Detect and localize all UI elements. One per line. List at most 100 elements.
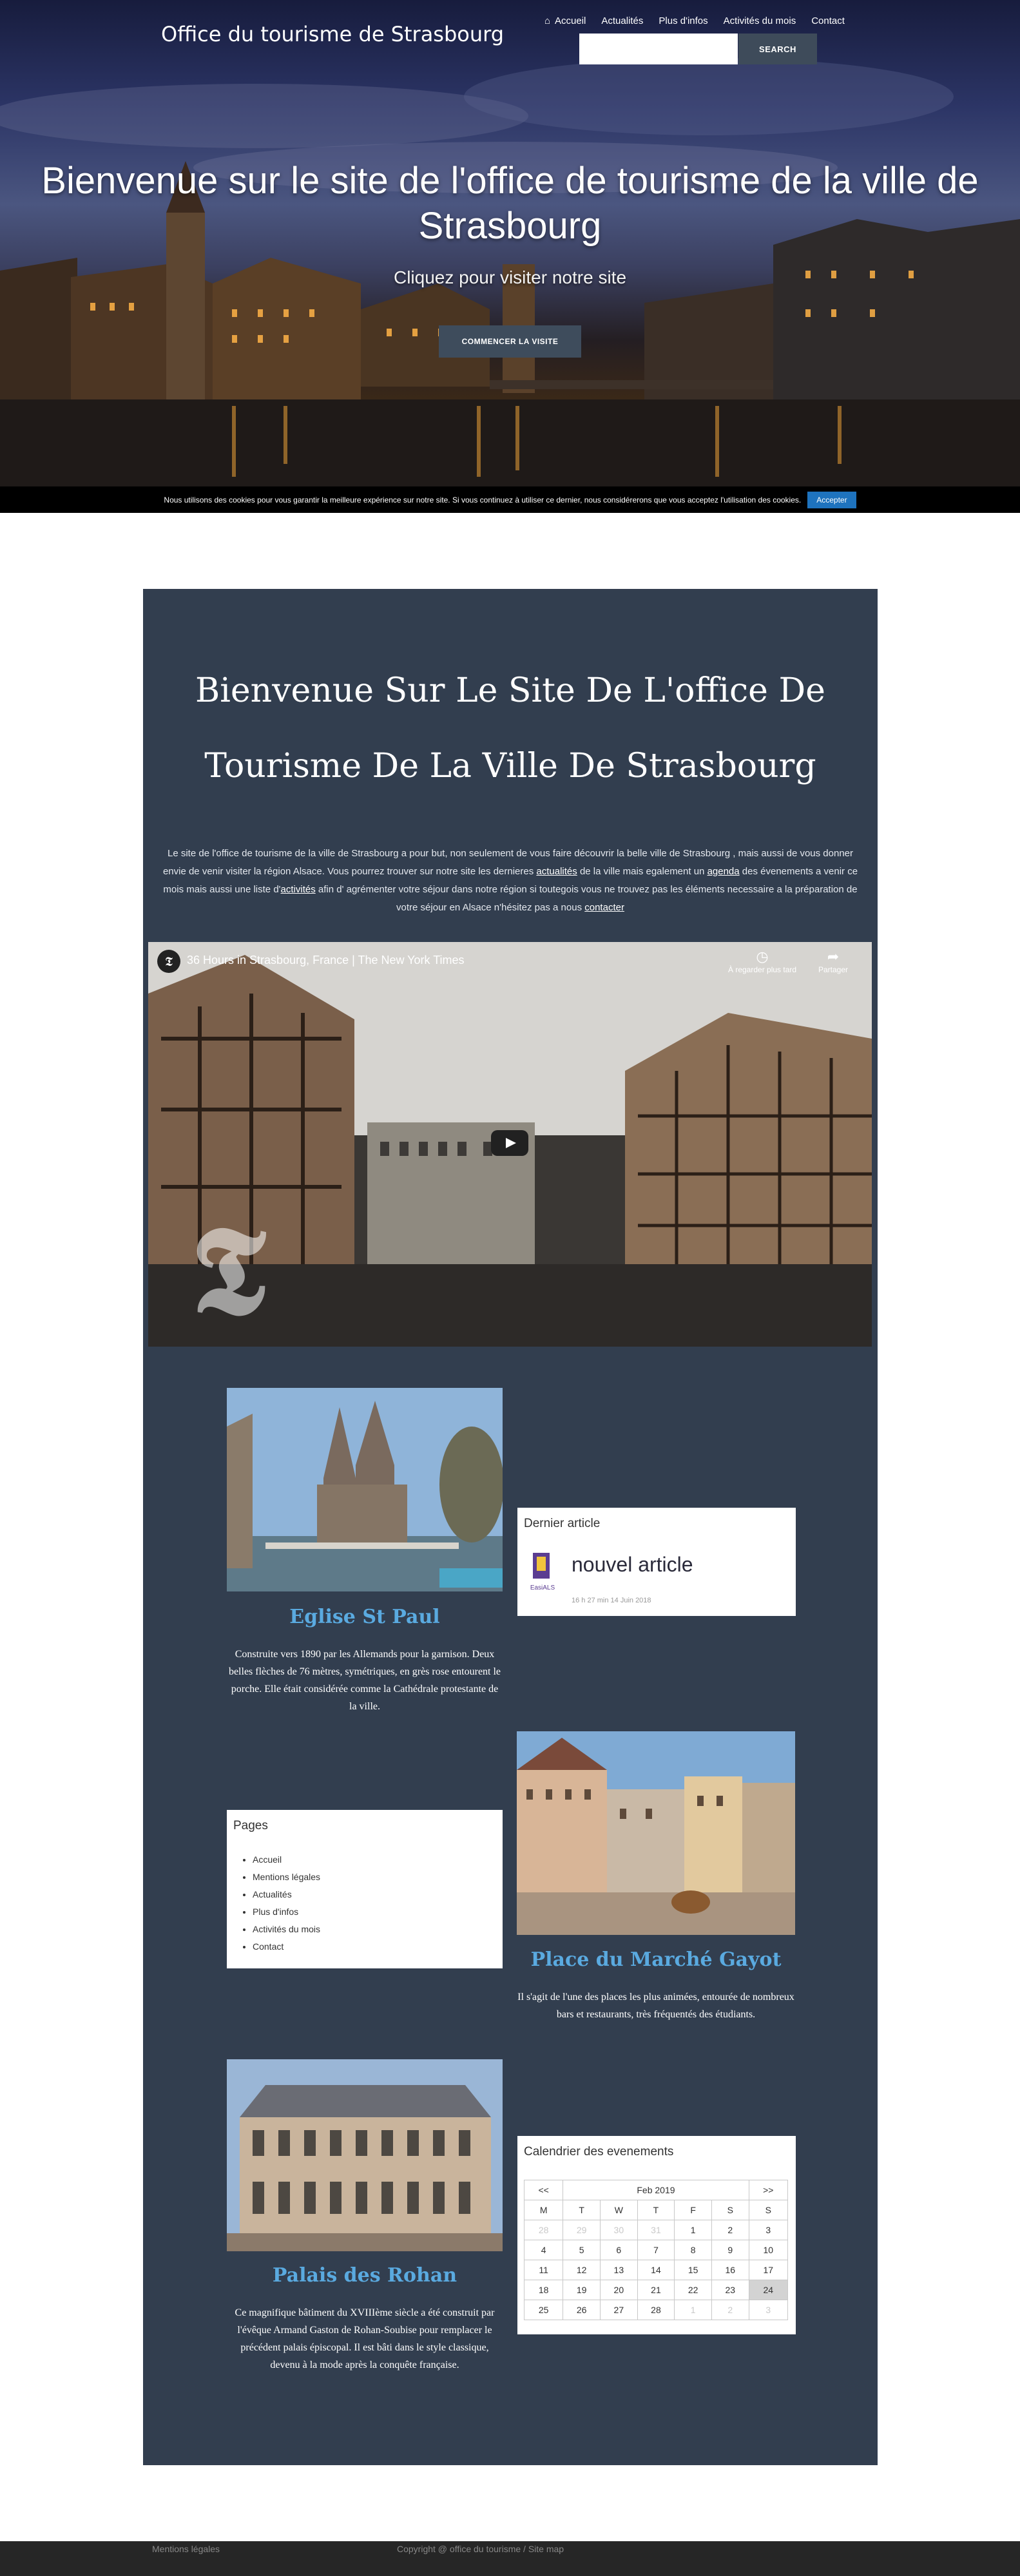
card-title-place-marche-gayot[interactable]: Place du Marché Gayot (517, 1948, 795, 1971)
share-icon: ➦ (827, 948, 840, 965)
weekday-header: T (563, 2200, 601, 2220)
card-text-palais-des-rohan: Ce magnifique bâtiment du XVIIIème siècl… (235, 2307, 495, 2370)
calendar-day[interactable]: 23 (711, 2280, 749, 2300)
place-marche-gayot-image (517, 1731, 795, 1935)
share-button[interactable]: ➦ Partager (818, 948, 848, 974)
calendar-day[interactable]: 13 (600, 2260, 638, 2280)
card-title-palais-des-rohan[interactable]: Palais des Rohan (227, 2264, 503, 2287)
nav-item-plus-dinfos[interactable]: Plus d'infos (651, 13, 715, 29)
calendar-day[interactable]: 9 (711, 2240, 749, 2260)
calendar-day[interactable]: 20 (600, 2280, 638, 2300)
link-actualites[interactable]: actualités (536, 866, 577, 877)
cookie-text: Nous utilisons des cookies pour vous gar… (164, 495, 802, 505)
card-text-eglise-st-paul: Construite vers 1890 par les Allemands p… (228, 1649, 501, 1712)
calendar-day[interactable]: 15 (674, 2260, 712, 2280)
calendar-day[interactable]: 21 (637, 2280, 675, 2300)
footer-copyright[interactable]: Copyright @ office du tourisme / Site ma… (397, 2544, 564, 2554)
calendar-day[interactable]: 1 (674, 2220, 712, 2240)
accept-cookies-button[interactable]: Accepter (807, 491, 856, 508)
calendar-day: 29 (563, 2220, 601, 2240)
calendar-day[interactable]: 8 (674, 2240, 712, 2260)
calendar-day[interactable]: 2 (711, 2220, 749, 2240)
calendar-day[interactable]: 11 (523, 2260, 564, 2280)
search-input[interactable] (579, 34, 738, 64)
nav-item-actualites[interactable]: Actualités (593, 13, 651, 29)
calendar-day[interactable]: 27 (600, 2300, 638, 2320)
calendar-day[interactable]: 16 (711, 2260, 749, 2280)
calendar-day: 1 (674, 2300, 712, 2320)
intro-text: de la ville mais egalement un (577, 866, 707, 877)
events-calendar: << Feb 2019 >> M T W T F S S 28 29 30 31… (523, 2180, 789, 2320)
article-logo[interactable]: EasiALS (526, 1550, 559, 1591)
weekday-header: F (674, 2200, 712, 2220)
link-agenda[interactable]: agenda (707, 866, 740, 877)
calendar-day[interactable]: 28 (637, 2300, 675, 2320)
calendar-day: 30 (600, 2220, 638, 2240)
play-button[interactable] (491, 1130, 528, 1156)
nav-item-contact[interactable]: Contact (803, 13, 852, 29)
link-contacter[interactable]: contacter (584, 902, 624, 913)
nav-item-activites-du-mois[interactable]: Activités du mois (716, 13, 804, 29)
link-activites[interactable]: activités (281, 884, 316, 895)
pages-item-actualites[interactable]: Actualités (253, 1886, 320, 1903)
calendar-day[interactable]: 17 (748, 2260, 789, 2280)
pages-item-contact[interactable]: Contact (253, 1938, 320, 1956)
weekday-header: T (637, 2200, 675, 2220)
calendar-day[interactable]: 10 (748, 2240, 789, 2260)
pages-item-activites-du-mois[interactable]: Activités du mois (253, 1921, 320, 1938)
hero-subtitle[interactable]: Cliquez pour visiter notre site (0, 267, 1020, 288)
weekday-header: W (600, 2200, 638, 2220)
pages-item-plus-dinfos[interactable]: Plus d'infos (253, 1903, 320, 1921)
card-text-place-marche-gayot: Il s'agit de l'une des places les plus a… (517, 1992, 794, 2020)
nyt-watermark-icon: 𝕿 (191, 1198, 266, 1342)
pages-item-mentions-legales[interactable]: Mentions légales (253, 1869, 320, 1886)
cookie-bar: Nous utilisons des cookies pour vous gar… (0, 486, 1020, 513)
calendar-day[interactable]: 14 (637, 2260, 675, 2280)
pages-list: Accueil Mentions légales Actualités Plus… (253, 1851, 320, 1956)
pages-item-accueil[interactable]: Accueil (253, 1851, 320, 1869)
calendar-day: 2 (711, 2300, 749, 2320)
video-embed[interactable]: 𝕿 36 Hours in Strasbourg, France | The N… (148, 942, 872, 1347)
calendar-day[interactable]: 25 (523, 2300, 564, 2320)
video-title[interactable]: 36 Hours in Strasbourg, France | The New… (187, 954, 465, 967)
calendar-day[interactable]: 4 (523, 2240, 564, 2260)
nav-item-label: Accueil (555, 15, 586, 26)
pages-widget: Pages Accueil Mentions légales Actualité… (227, 1810, 503, 1968)
calendar-day: 28 (523, 2220, 564, 2240)
site-title[interactable]: Office du tourisme de Strasbourg (161, 22, 504, 46)
calendar-day-today[interactable]: 24 (748, 2280, 789, 2300)
weekday-header: S (711, 2200, 749, 2220)
search-button[interactable]: SEARCH (738, 34, 817, 64)
nyt-channel-icon[interactable]: 𝕿 (157, 950, 180, 973)
card-title-eglise-st-paul[interactable]: Eglise St Paul (227, 1606, 503, 1628)
calendar-day[interactable]: 26 (563, 2300, 601, 2320)
page-title: Bienvenue Sur Le Site De L'office De Tou… (195, 671, 825, 785)
calendar-day[interactable]: 3 (748, 2220, 789, 2240)
eglise-st-paul-image (227, 1388, 503, 1591)
article-logo-text: EasiALS (530, 1584, 555, 1591)
calendar-day[interactable]: 18 (523, 2280, 564, 2300)
calendar-day[interactable]: 5 (563, 2240, 601, 2260)
calendar-day: 31 (637, 2220, 675, 2240)
share-label: Partager (818, 965, 849, 974)
calendar-day[interactable]: 7 (637, 2240, 675, 2260)
calendar-day[interactable]: 12 (563, 2260, 601, 2280)
calendar-day[interactable]: 19 (563, 2280, 601, 2300)
start-visit-button[interactable]: COMMENCER LA VISITE (439, 325, 581, 358)
main-content-panel: Bienvenue Sur Le Site De L'office De Tou… (143, 589, 878, 2465)
home-icon: ⌂ (544, 15, 551, 26)
article-title[interactable]: nouvel article (572, 1553, 693, 1577)
footer-mentions-link[interactable]: Mentions légales (152, 2544, 220, 2554)
last-article-widget: Dernier article EasiALS nouvel article 1… (517, 1508, 796, 1616)
calendar-day[interactable]: 6 (600, 2240, 638, 2260)
calendar-heading: Calendrier des evenements (524, 2145, 674, 2158)
pages-heading: Pages (233, 1819, 268, 1832)
calendar-prev-button[interactable]: << (523, 2180, 564, 2200)
calendar-month: Feb 2019 (563, 2180, 749, 2200)
calendar-next-button[interactable]: >> (748, 2180, 789, 2200)
palais-des-rohan-image (227, 2059, 503, 2251)
weekday-header: M (523, 2200, 564, 2220)
calendar-day[interactable]: 22 (674, 2280, 712, 2300)
watch-later-button[interactable]: ◷ À regarder plus tard (728, 948, 796, 974)
nav-item-accueil[interactable]: ⌂ Accueil (537, 13, 593, 29)
